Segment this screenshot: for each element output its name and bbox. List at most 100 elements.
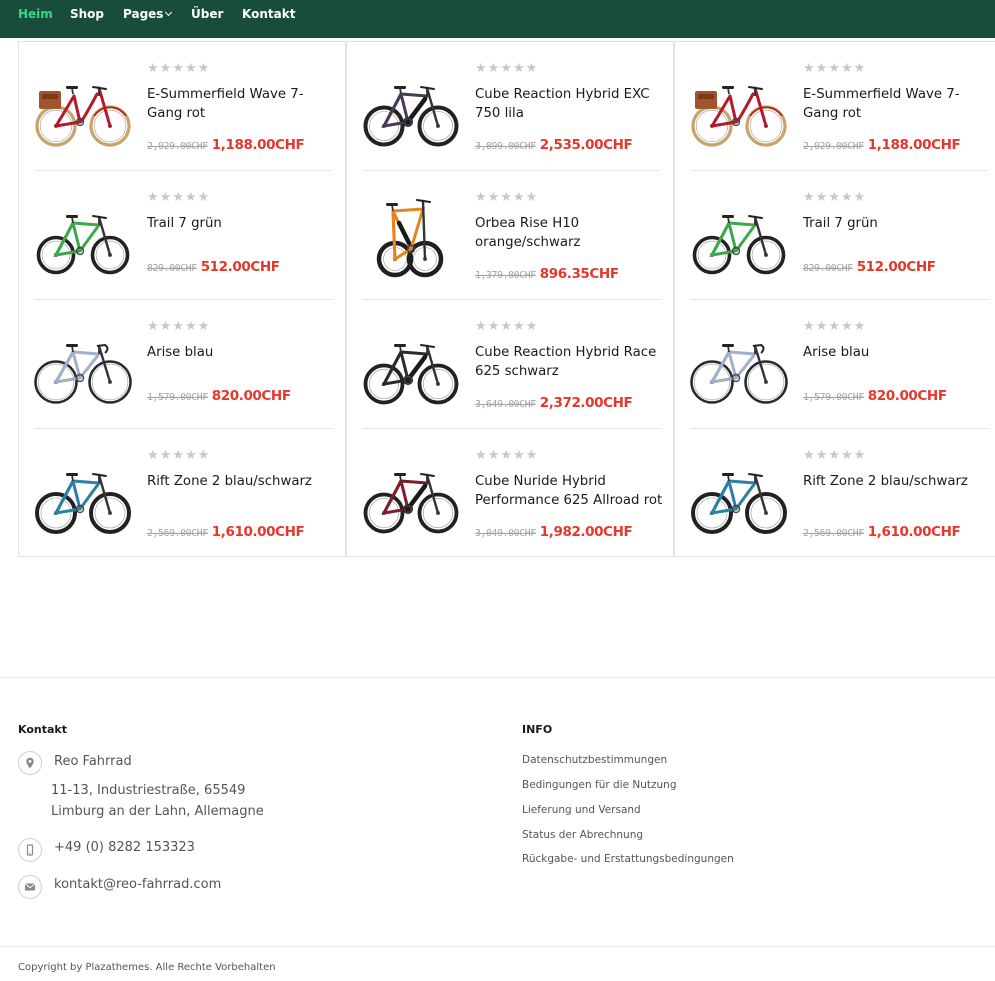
green-mountain-bike-illustration [36,215,130,275]
nav-item-ueber[interactable]: Über [191,7,223,21]
product-image-black-ebike[interactable] [361,316,461,416]
nav-item-pages[interactable]: Pages [123,7,173,21]
product-name[interactable]: Arise blau [803,343,993,362]
star-icon: ★ [815,448,829,463]
nav-item-shop[interactable]: Shop [70,7,104,21]
star-icon: ★ [828,448,841,463]
product-price: 829.00CHF 512.00CHF [803,256,936,275]
star-icon: ★ [853,190,867,205]
product-image-purple-ebike[interactable] [361,58,461,158]
product-name[interactable]: Arise blau [147,343,337,362]
sale-price: 1,982.00CHF [539,524,633,540]
star-icon: ★ [475,190,488,205]
star-icon: ★ [184,448,198,463]
star-icon: ★ [512,448,526,463]
product-name[interactable]: E-Summerfield Wave 7-Gang rot [147,85,337,123]
product-name[interactable]: Rift Zone 2 blau/schwarz [147,472,337,491]
footer-company-name: Reo Fahrrad [54,754,132,769]
old-price: 3,899.00CHF [475,141,536,152]
product-name[interactable]: Rift Zone 2 blau/schwarz [803,472,993,491]
purple-ebike-illustration [363,86,459,147]
product-card[interactable]: ★★★★★ Trail 7 grün 829.00CHF 512.00CHF [19,171,347,300]
product-card[interactable]: ★★★★★ Arise blau 1,579.00CHF 820.00CHF [19,300,347,429]
product-image-green-mountain-bike[interactable] [689,187,789,287]
star-rating: ★★★★★ [803,448,866,463]
footer-link-lieferung[interactable]: Lieferung und Versand [522,804,641,816]
sale-price: 820.00CHF [211,388,291,404]
product-image-red-trekking-ebike[interactable] [361,445,461,545]
top-navigation: Heim Shop Pages Über Kontakt [0,0,995,38]
product-image-blue-black-mountain-bike[interactable] [689,445,789,545]
star-icon: ★ [172,61,185,76]
product-image-red-city-bike[interactable] [689,58,789,158]
product-price: 2,569.00CHF 1,610.00CHF [803,521,961,540]
product-card[interactable]: ★★★★★ Cube Nuride Hybrid Performance 625 … [347,429,675,558]
product-card[interactable]: ★★★★★ Orbea Rise H10 orange/schwarz 1,379.… [347,171,675,300]
star-icon: ★ [853,319,867,334]
footer-link-abrechnung[interactable]: Status der Abrechnung [522,829,643,841]
product-card[interactable]: ★★★★★ Rift Zone 2 blau/schwarz 2,569.00CHF… [675,429,995,558]
star-icon: ★ [840,61,854,76]
star-rating: ★★★★★ [147,190,210,205]
footer-email[interactable]: kontakt@reo-fahrrad.com [54,874,221,895]
star-rating: ★★★★★ [803,61,866,76]
star-icon: ★ [159,61,173,76]
product-name[interactable]: Trail 7 grün [803,214,993,233]
star-icon: ★ [147,319,160,334]
product-image-blue-gravel-bike[interactable] [33,316,133,416]
star-icon: ★ [500,448,513,463]
star-rating: ★★★★★ [475,448,538,463]
product-card[interactable]: ★★★★★ Cube Reaction Hybrid EXC 750 lila 3,… [347,42,675,171]
product-name[interactable]: Cube Nuride Hybrid Performance 625 Allro… [475,472,665,510]
product-name[interactable]: Cube Reaction Hybrid EXC 750 lila [475,85,665,123]
star-icon: ★ [487,61,501,76]
footer-link-rueckgabe[interactable]: Rückgabe- und Erstattungsbedingungen [522,853,734,865]
star-icon: ★ [828,61,841,76]
sale-price: 1,610.00CHF [211,524,305,540]
product-image-blue-gravel-bike[interactable] [689,316,789,416]
sale-price: 1,188.00CHF [211,137,305,153]
product-name[interactable]: Trail 7 grün [147,214,337,233]
star-icon: ★ [512,319,526,334]
product-image-blue-black-mountain-bike[interactable] [33,445,133,545]
footer-link-datenschutz[interactable]: Datenschutzbestimmungen [522,754,667,766]
green-mountain-bike-illustration [692,215,786,275]
envelope-icon [18,875,42,899]
footer-phone[interactable]: +49 (0) 8282 153323 [54,837,195,858]
star-icon: ★ [525,61,539,76]
nav-item-heim[interactable]: Heim [18,7,53,21]
product-card[interactable]: ★★★★★ Cube Reaction Hybrid Race 625 schwa… [347,300,675,429]
product-name[interactable]: E-Summerfield Wave 7-Gang rot [803,85,993,123]
product-card[interactable]: ★★★★★ E-Summerfield Wave 7-Gang rot 2,029.… [675,42,995,171]
copyright-text: Copyright by Plazathemes. Alle Rechte Vo… [18,962,276,973]
nav-item-kontakt[interactable]: Kontakt [242,7,295,21]
star-icon: ★ [853,61,867,76]
product-image-green-mountain-bike[interactable] [33,187,133,287]
star-icon: ★ [512,190,526,205]
old-price: 1,579.00CHF [803,392,864,403]
star-icon: ★ [159,448,173,463]
star-icon: ★ [803,61,816,76]
product-price: 2,569.00CHF 1,610.00CHF [147,521,305,540]
product-card[interactable]: ★★★★★ Arise blau 1,579.00CHF 820.00CHF [675,300,995,429]
star-rating: ★★★★★ [147,319,210,334]
product-name[interactable]: Cube Reaction Hybrid Race 625 schwarz [475,343,665,381]
product-card[interactable]: ★★★★★ Trail 7 grün 829.00CHF 512.00CHF [675,171,995,300]
product-card[interactable]: ★★★★★ E-Summerfield Wave 7-Gang rot 2,029.… [19,42,347,171]
orange-full-suspension-bike-illustration [376,199,444,278]
star-icon: ★ [500,190,513,205]
product-image-red-city-bike[interactable] [33,58,133,158]
product-image-orange-full-suspension-bike[interactable] [361,187,461,287]
product-price: 2,029.00CHF 1,188.00CHF [147,134,305,153]
footer-info-heading: INFO [522,723,553,736]
star-icon: ★ [525,190,539,205]
product-price: 1,579.00CHF 820.00CHF [803,385,947,404]
product-column-3: ★★★★★ E-Summerfield Wave 7-Gang rot 2,029.… [674,41,995,557]
product-name[interactable]: Orbea Rise H10 orange/schwarz [475,214,665,252]
sale-price: 896.35CHF [539,266,619,282]
product-card[interactable]: ★★★★★ Rift Zone 2 blau/schwarz 2,569.00CHF… [19,429,347,558]
product-price: 3,899.00CHF 2,535.00CHF [475,134,633,153]
footer-link-nutzungsbedingungen[interactable]: Bedingungen für die Nutzung [522,779,677,791]
star-icon: ★ [184,319,198,334]
star-icon: ★ [159,319,173,334]
